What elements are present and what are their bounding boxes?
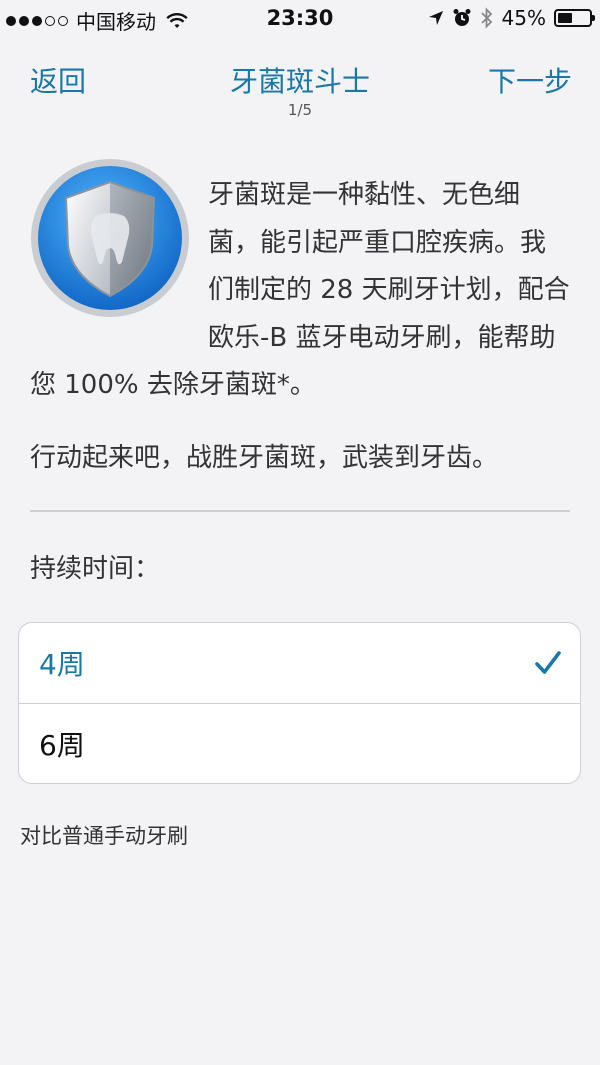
- compare-manual-toothbrush-link[interactable]: 对比普通手动牙刷: [20, 820, 188, 850]
- battery-percent: 45%: [501, 6, 546, 30]
- option-label: 6周: [39, 729, 85, 762]
- call-to-action-text: 行动起来吧，战胜牙菌斑，武装到牙齿。: [30, 443, 499, 473]
- duration-option-4-weeks[interactable]: 4周: [19, 623, 580, 703]
- option-label: 4周: [39, 648, 85, 681]
- status-right: 45%: [428, 6, 595, 30]
- alarm-clock-icon: [453, 9, 471, 26]
- divider: [30, 510, 570, 512]
- checkmark-icon: [535, 651, 561, 674]
- bluetooth-icon: [480, 7, 492, 29]
- duration-options-list: 4周 6周: [18, 622, 581, 784]
- status-bar: 中国移动 23:30 45%: [0, 0, 600, 40]
- duration-option-6-weeks[interactable]: 6周: [19, 703, 580, 783]
- duration-label: 持续时间：: [30, 554, 161, 584]
- next-step-button[interactable]: 下一步: [488, 60, 572, 100]
- step-indicator: 1/5: [287, 101, 313, 119]
- battery-icon: [554, 9, 595, 27]
- location-arrow-icon: [428, 11, 443, 25]
- intro-text: 牙菌斑是一种黏性、无色细菌，能引起严重口腔疾病。我们制定的 28 天刷牙计划，配…: [30, 172, 570, 410]
